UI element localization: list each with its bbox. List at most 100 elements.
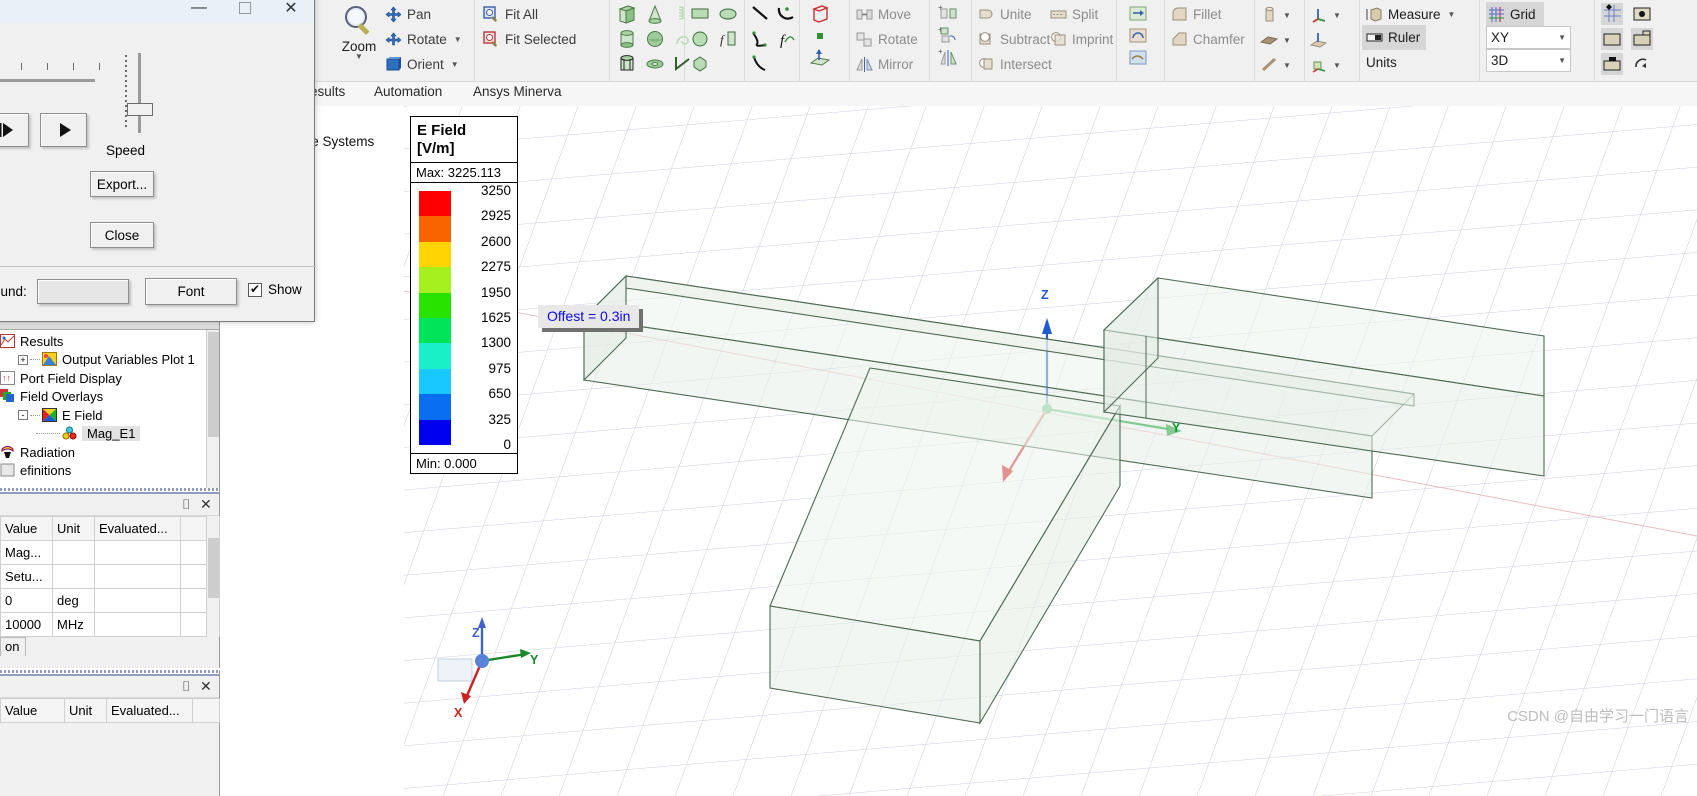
tree-item-results[interactable]: Results [0, 332, 206, 351]
show-checkbox-group[interactable]: Show [248, 282, 302, 297]
measure-caret-icon[interactable]: ▼ [1448, 10, 1456, 19]
duplicate-mirror-icon[interactable]: + [937, 47, 959, 69]
font-button[interactable]: Font [145, 278, 237, 305]
rod-caret-icon[interactable]: ▼ [1283, 61, 1291, 70]
table-row[interactable]: Mag... [0, 540, 220, 565]
object-cs-caret-icon[interactable]: ▼ [1333, 61, 1341, 70]
box-icon[interactable] [616, 3, 638, 25]
frame-slider-track[interactable] [0, 79, 95, 82]
zoom-caret-icon[interactable]: ▼ [355, 53, 363, 61]
rotate-caret-icon[interactable]: ▼ [454, 35, 462, 44]
properties-panel-top[interactable]: ⌷ ✕ Value Unit Evaluated... Mag... Setu... 0 d… [0, 488, 220, 668]
line-icon[interactable] [749, 3, 771, 25]
grid-mode-select[interactable]: 3D ▼ [1486, 49, 1571, 72]
circle-icon[interactable] [689, 28, 711, 50]
tab-automation[interactable]: Automation [374, 84, 442, 99]
rectangle-icon[interactable] [689, 3, 711, 25]
point-icon[interactable] [809, 25, 831, 47]
grid-button[interactable]: Grid [1486, 2, 1544, 26]
intersect-button[interactable]: Intersect [978, 52, 1052, 77]
column-header[interactable]: Unit [64, 698, 107, 723]
sweep-around-axis-icon[interactable] [1127, 25, 1149, 47]
orient-caret-icon[interactable]: ▼ [451, 60, 459, 69]
zoom-button[interactable]: Zoom ▼ [333, 2, 385, 61]
properties-panel-bottom[interactable]: ⌷ ✕ Value Unit Evaluated... [0, 670, 220, 796]
column-header[interactable]: Unit [52, 516, 95, 541]
table-cell[interactable] [94, 612, 181, 637]
sweep-along-path-icon[interactable] [1127, 47, 1149, 69]
tree-item-output-variables-plot-1[interactable]: + Output Variables Plot 1 [0, 351, 206, 370]
close-icon[interactable]: ✕ [200, 496, 212, 513]
tree-item-field-overlays[interactable]: Field Overlays [0, 388, 206, 407]
project-tree-panel[interactable]: Results + Output Variables Plot 1 ↑↑ Port Fi… [0, 318, 220, 488]
table-cell[interactable] [94, 564, 181, 589]
column-header[interactable]: Value [0, 698, 65, 723]
table-row[interactable]: 0 deg [0, 588, 220, 613]
table-cell[interactable]: Setu... [0, 564, 53, 589]
point-curve-icon[interactable] [749, 53, 771, 75]
tree-item-mag-e1[interactable]: Mag_E1 [0, 425, 206, 444]
rotate-view-handle-icon[interactable] [1631, 53, 1653, 75]
tree-item-port-field-display[interactable]: ↑↑ Port Field Display [0, 369, 206, 388]
tab-ansys-minerva[interactable]: Ansys Minerva [473, 84, 562, 99]
tab-results[interactable]: esults [310, 84, 345, 99]
unite-button[interactable]: Unite [978, 2, 1032, 27]
cone-icon[interactable] [644, 3, 666, 25]
chamfer-button[interactable]: Chamfer [1171, 27, 1245, 52]
maximize-button[interactable] [222, 0, 268, 22]
grid-mode-caret-icon[interactable]: ▼ [1558, 56, 1566, 65]
rotate-body-button[interactable]: Rotate [856, 27, 918, 52]
subtract-button[interactable]: Subtract [978, 27, 1050, 52]
table-cell[interactable]: Mag... [0, 540, 53, 565]
fit-selected-button[interactable]: Fit Selected [483, 27, 576, 52]
ruler-button[interactable]: Ruler [1362, 25, 1427, 50]
properties-table-bottom[interactable]: Value Unit Evaluated... [0, 698, 220, 723]
grid-plane-caret-icon[interactable]: ▼ [1558, 33, 1566, 42]
cylinder-small-icon[interactable] [1259, 5, 1281, 27]
minimize-button[interactable]: — [176, 0, 222, 22]
close-dialog-button[interactable]: Close [90, 222, 154, 248]
project-tree[interactable]: Results + Output Variables Plot 1 ↑↑ Port Fi… [0, 332, 206, 480]
regular-polygon-icon[interactable] [689, 53, 711, 75]
rotate-view-button[interactable]: Rotate ▼ [385, 27, 462, 52]
column-header[interactable]: Evaluated... [94, 516, 181, 541]
mirror-button[interactable]: Mirror [856, 52, 913, 77]
cylinder-icon[interactable] [616, 28, 638, 50]
tree-item-radiation[interactable]: Radiation [0, 443, 206, 462]
properties-scrollbar-thumb-top[interactable] [208, 538, 219, 598]
3d-viewport[interactable]: Z Y Z Y X [404, 106, 1697, 796]
animation-dialog[interactable]: on: Animation2 — ✕ [0, 0, 316, 322]
play-button[interactable] [40, 113, 87, 147]
segmented-cylinder-icon[interactable] [616, 53, 638, 75]
imprint-button[interactable]: Imprint [1050, 27, 1113, 52]
properties-scrollbar-top[interactable] [206, 516, 219, 644]
offset-annotation[interactable]: Offest = 0.3in [538, 305, 640, 328]
relative-cs-caret-icon[interactable]: ▼ [1333, 11, 1341, 20]
duplicate-along-line-icon[interactable]: + [937, 3, 959, 25]
object-cs-icon[interactable] [1309, 55, 1331, 77]
table-cell[interactable]: 0 [0, 588, 53, 613]
grid-plane-select[interactable]: XY ▼ [1486, 26, 1571, 49]
close-icon-bottom[interactable]: ✕ [200, 678, 212, 695]
equation-curve-icon[interactable]: f [717, 28, 739, 50]
sweep-along-vector-icon[interactable] [1127, 3, 1149, 25]
pin-icon-bottom[interactable]: ⌷ [182, 678, 190, 695]
relative-cs-icon[interactable] [1309, 5, 1331, 27]
table-cell[interactable] [94, 588, 181, 613]
show-checkbox[interactable] [248, 282, 262, 297]
speed-slider-thumb[interactable] [127, 103, 153, 116]
table-row[interactable]: 10000 MHz [0, 612, 220, 637]
column-header[interactable]: Value [0, 516, 53, 541]
table-cell[interactable] [52, 564, 95, 589]
table-row[interactable]: Setu... [0, 564, 220, 589]
speed-slider-track[interactable] [138, 53, 141, 133]
close-button[interactable]: ✕ [268, 0, 314, 22]
units-button[interactable]: Units [1366, 50, 1397, 75]
face-cs-icon[interactable] [1309, 30, 1331, 52]
fit-all-button[interactable]: Fit All [483, 2, 538, 27]
measure-button[interactable]: Measure ▼ [1366, 2, 1455, 27]
orient-button[interactable]: Orient ▼ [385, 52, 459, 77]
table-cell[interactable] [52, 540, 95, 565]
sphere-icon[interactable] [644, 28, 666, 50]
snap-to-point-icon[interactable] [1631, 3, 1653, 25]
